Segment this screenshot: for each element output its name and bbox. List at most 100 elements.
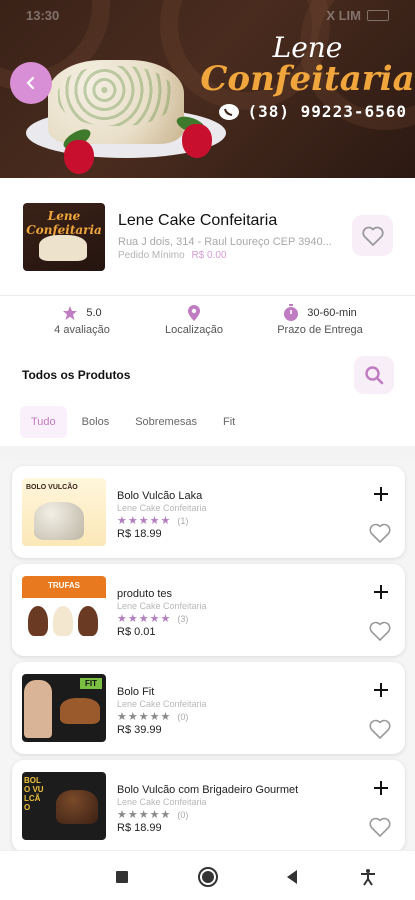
add-to-cart-button[interactable]	[369, 678, 393, 702]
back-nav-button[interactable]	[280, 865, 304, 889]
back-button[interactable]	[10, 62, 52, 104]
favorite-product-button[interactable]	[367, 618, 393, 644]
cake-image	[60, 698, 100, 724]
star-icon: ★	[149, 515, 160, 527]
star-icon: ★	[117, 613, 127, 625]
battery-icon	[367, 9, 389, 21]
star-icon: ★	[160, 809, 171, 821]
store-logo-cake	[39, 235, 87, 261]
product-rating: ★ ★ ★ ★ ★ (3)	[117, 612, 188, 625]
search-icon	[365, 366, 384, 385]
truffle-image	[28, 606, 48, 636]
favorite-product-button[interactable]	[367, 716, 393, 742]
cake-image	[56, 790, 98, 824]
rating-count: (3)	[177, 613, 189, 624]
delivery-info: 30-60-min Prazo de Entrega	[272, 302, 368, 336]
tab-bolos[interactable]: Bolos	[71, 406, 121, 438]
brand-line2: Confeitaria	[200, 59, 415, 99]
accessibility-button[interactable]	[356, 865, 380, 889]
plus-icon	[374, 585, 388, 599]
product-card[interactable]: BOLO VULCÃO Bolo Vulcão com Brigadeiro G…	[12, 760, 405, 850]
store-name: Lene Cake Confeitaria	[118, 212, 278, 229]
plus-icon	[374, 487, 388, 501]
triangle-back-icon	[287, 870, 297, 884]
section-divider	[0, 446, 415, 460]
recent-apps-button[interactable]	[110, 865, 134, 889]
star-icon: ★	[127, 711, 138, 723]
star-icon: ★	[117, 809, 127, 821]
heart-icon	[369, 719, 391, 739]
minimum-order: Pedido Mínimo R$ 0.00	[118, 250, 227, 261]
product-rating: ★ ★ ★ ★ ★ (1)	[117, 514, 188, 527]
rating-count: (0)	[177, 711, 189, 722]
phone-number: (38) 99223-6560	[247, 102, 407, 121]
favorite-store-button[interactable]	[352, 215, 393, 256]
add-to-cart-button[interactable]	[369, 580, 393, 604]
product-price: R$ 0.01	[117, 626, 156, 638]
product-price: R$ 39.99	[117, 724, 162, 736]
product-card[interactable]: BOLO VULCÃO Bolo Vulcão Laka Lene Cake C…	[12, 466, 405, 558]
rating-info: 5.0 4 avaliação	[40, 302, 124, 336]
status-time: 13:30	[26, 7, 60, 23]
star-icon: ★	[138, 613, 149, 625]
product-name: Bolo Vulcão Laka	[117, 490, 203, 502]
product-rating: ★ ★ ★ ★ ★ (0)	[117, 710, 188, 723]
star-icon	[63, 306, 78, 320]
thumbnail-text: FIT	[80, 678, 102, 689]
add-to-cart-button[interactable]	[369, 776, 393, 800]
star-icon: ★	[117, 515, 127, 527]
star-icon: ★	[138, 809, 149, 821]
star-icon: ★	[127, 515, 138, 527]
star-icon: ★	[149, 711, 160, 723]
star-icon: ★	[149, 613, 160, 625]
heart-icon	[369, 621, 391, 641]
tab-tudo[interactable]: Tudo	[20, 406, 67, 438]
truffle-image	[53, 606, 73, 636]
location-info[interactable]: Localização	[155, 302, 233, 336]
delivery-time: 30-60-min	[307, 307, 357, 319]
brand-logo: Lene Confeitaria	[200, 34, 415, 99]
product-price: R$ 18.99	[117, 822, 162, 834]
product-name: Bolo Fit	[117, 686, 155, 698]
truffle-image	[78, 606, 98, 636]
status-icons: X LIM	[326, 8, 389, 23]
tab-fit[interactable]: Fit	[212, 406, 246, 438]
strawberry-decoration	[182, 124, 212, 158]
favorite-product-button[interactable]	[367, 520, 393, 546]
star-icon: ★	[127, 613, 138, 625]
product-name: Bolo Vulcão com Brigadeiro Gourmet	[117, 784, 299, 796]
search-button[interactable]	[354, 356, 394, 394]
product-price: R$ 18.99	[117, 528, 162, 540]
chevron-left-icon	[26, 76, 35, 90]
cake-image	[48, 60, 184, 144]
tab-sobremesas[interactable]: Sobremesas	[124, 406, 208, 438]
favorite-product-button[interactable]	[367, 814, 393, 840]
rating-count: (0)	[177, 809, 189, 820]
category-tabs: Tudo Bolos Sobremesas Fit	[20, 406, 250, 438]
thumbnail-text: BOLO VULCÃO	[24, 776, 44, 812]
product-card[interactable]: FIT Bolo Fit Lene Cake Confeitaria ★ ★ ★…	[12, 662, 405, 754]
cake-image	[34, 502, 84, 540]
strawberry-decoration	[64, 140, 94, 174]
add-to-cart-button[interactable]	[369, 482, 393, 506]
star-icon: ★	[160, 613, 171, 625]
store-banner: 13:30 X LIM Lene Confeitaria (38) 99223-…	[0, 0, 415, 178]
store-logo: Lene Confeitaria	[23, 203, 105, 271]
phone-contact: (38) 99223-6560	[218, 102, 408, 121]
product-store: Lene Cake Confeitaria	[117, 797, 207, 807]
product-list: BOLO VULCÃO Bolo Vulcão Laka Lene Cake C…	[0, 460, 415, 850]
product-card[interactable]: TRUFAS produto tes Lene Cake Confeitaria…	[12, 564, 405, 656]
product-store: Lene Cake Confeitaria	[117, 699, 207, 709]
star-icon: ★	[138, 515, 149, 527]
rating-label: 4 avaliação	[54, 324, 110, 336]
plus-icon	[374, 781, 388, 795]
home-circle-icon	[198, 867, 218, 887]
product-rating: ★ ★ ★ ★ ★ (0)	[117, 808, 188, 821]
home-button[interactable]	[196, 865, 220, 889]
location-label: Localização	[164, 324, 224, 336]
star-icon: ★	[138, 711, 149, 723]
whatsapp-icon	[218, 103, 239, 120]
product-thumbnail: TRUFAS	[22, 576, 106, 644]
heart-icon	[369, 523, 391, 543]
star-icon: ★	[127, 809, 138, 821]
